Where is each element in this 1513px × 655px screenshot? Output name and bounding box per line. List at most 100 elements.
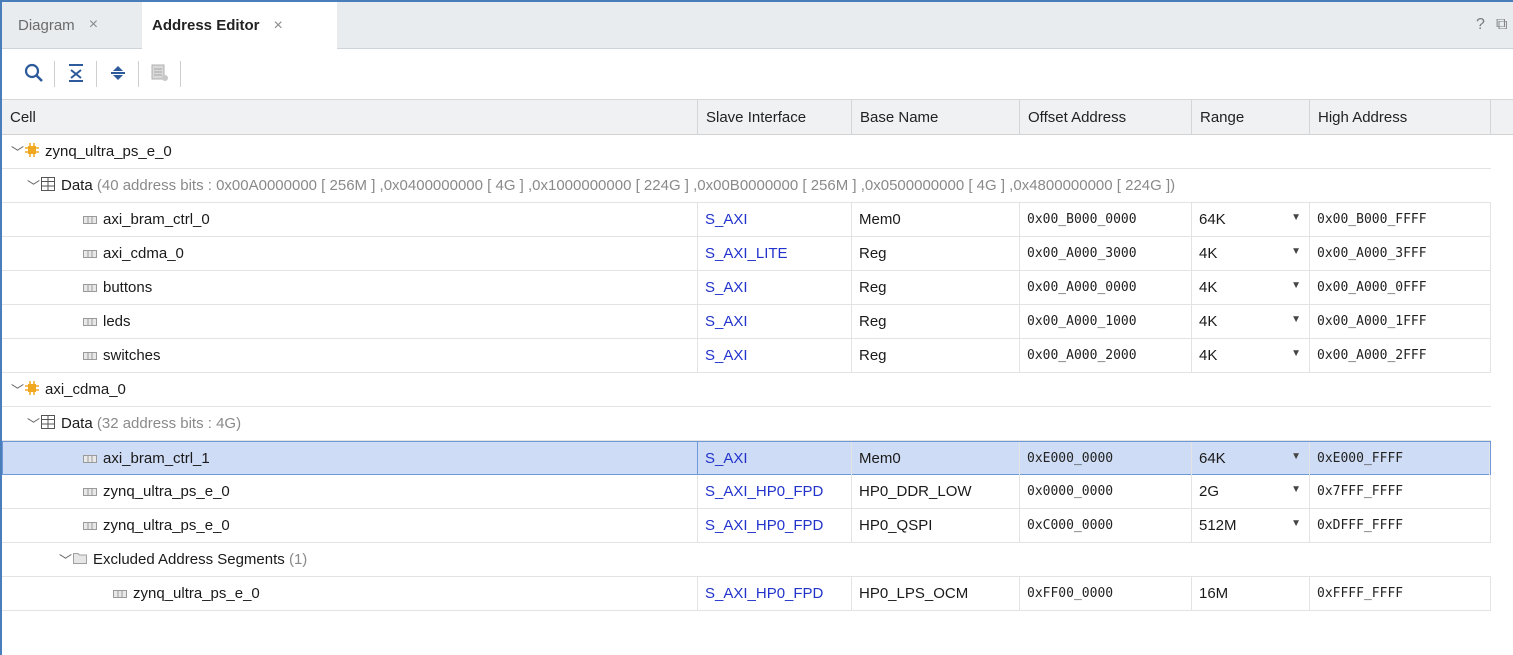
table-row[interactable]: switches S_AXI Reg 0x00_A000_2000 4K ▼ 0x… [2,339,1491,373]
range-select[interactable]: 64K ▼ [1192,442,1310,475]
search-icon[interactable] [22,61,46,85]
help-icon[interactable]: ? [1476,16,1485,34]
range-select[interactable]: 4K ▼ [1192,339,1310,372]
dropdown-arrow-icon[interactable]: ▼ [1291,212,1301,223]
chevron-down-icon[interactable]: ﹀ [11,142,25,161]
close-icon[interactable]: × [89,16,98,34]
slave-interface-link[interactable]: S_AXI [698,271,852,304]
slave-interface-link[interactable]: S_AXI_LITE [698,237,852,270]
offset-address-field[interactable]: 0xFF00_0000 [1020,577,1192,610]
range-value: 64K [1199,450,1226,467]
dropdown-arrow-icon[interactable]: ▼ [1291,348,1301,359]
cell-name-cell: axi_cdma_0 [2,237,698,270]
slave-interface-link[interactable]: S_AXI_HP0_FPD [698,577,852,610]
slave-interface-link[interactable]: S_AXI_HP0_FPD [698,475,852,508]
offset-address-field[interactable]: 0x00_B000_0000 [1020,203,1192,236]
column-header-offset-address[interactable]: Offset Address [1020,100,1192,134]
range-cell[interactable]: 16M [1192,577,1310,610]
range-value: 4K [1199,313,1218,330]
toolbar-separator [180,61,181,87]
dropdown-arrow-icon[interactable]: ▼ [1291,280,1301,291]
tree-cell: ﹀ Data (32 address bits : 4G) [2,407,1491,440]
auto-assign-icon[interactable] [148,61,172,85]
column-header-range[interactable]: Range [1192,100,1310,134]
range-select[interactable]: 512M ▼ [1192,509,1310,542]
tree-row-address-space[interactable]: ﹀ Data (32 address bits : 4G) [2,407,1491,441]
collapse-all-icon[interactable] [64,61,88,85]
slave-interface-link[interactable]: S_AXI [698,442,852,475]
segment-cell-name: leds [103,313,131,330]
tab-diagram[interactable]: Diagram × [8,2,98,48]
column-header-high-address[interactable]: High Address [1310,100,1491,134]
segment-icon [113,585,127,602]
segment-icon [83,313,97,330]
cell-name-cell: zynq_ultra_ps_e_0 [2,509,698,542]
table-row[interactable]: zynq_ultra_ps_e_0 S_AXI_HP0_FPD HP0_LPS_… [2,577,1491,611]
restore-icon[interactable]: ⧉ [1496,16,1507,34]
offset-address-field[interactable]: 0x00_A000_0000 [1020,271,1192,304]
address-space-icon [41,176,55,195]
dropdown-arrow-icon[interactable]: ▼ [1291,246,1301,257]
toolbar-separator [138,61,139,87]
tree-row-master[interactable]: ﹀ axi_cdma_0 [2,373,1491,407]
segment-cell-name: buttons [103,279,153,296]
range-select[interactable]: 4K ▼ [1192,271,1310,304]
offset-address-field[interactable]: 0x00_A000_1000 [1020,305,1192,338]
dropdown-arrow-icon[interactable]: ▼ [1291,451,1301,462]
dropdown-arrow-icon[interactable]: ▼ [1291,314,1301,325]
table-row-selected[interactable]: axi_bram_ctrl_1 S_AXI Mem0 0xE000_0000 6… [2,441,1491,475]
dropdown-arrow-icon[interactable]: ▼ [1291,518,1301,529]
slave-interface-link[interactable]: S_AXI [698,305,852,338]
column-header-cell[interactable]: Cell [2,100,698,134]
range-select[interactable]: 4K ▼ [1192,305,1310,338]
address-space-detail: (40 address bits : 0x00A0000000 [ 256M ]… [96,177,1176,194]
offset-address-field[interactable]: 0x00_A000_3000 [1020,237,1192,270]
processor-icon [25,142,39,161]
chevron-down-icon[interactable]: ﹀ [11,380,25,399]
column-header-slave-interface[interactable]: Slave Interface [698,100,852,134]
tab-address-editor[interactable]: Address Editor × [142,2,337,49]
table-row[interactable]: zynq_ultra_ps_e_0 S_AXI_HP0_FPD HP0_DDR_… [2,475,1491,509]
offset-address-field[interactable]: 0x0000_0000 [1020,475,1192,508]
range-select[interactable]: 64K ▼ [1192,203,1310,236]
toolbar [2,49,1513,100]
tree-row-address-space[interactable]: ﹀ Data (40 address bits : 0x00A0000000 [… [2,169,1491,203]
high-address-cell: 0x00_A000_0FFF [1310,271,1491,304]
master-cell-name: axi_cdma_0 [45,381,126,398]
offset-address-field[interactable]: 0xE000_0000 [1020,442,1192,475]
chevron-down-icon[interactable]: ﹀ [59,550,73,569]
column-header-base-name[interactable]: Base Name [852,100,1020,134]
base-name-cell: Reg [852,237,1020,270]
segment-icon [83,347,97,364]
segment-cell-name: axi_bram_ctrl_1 [103,450,210,467]
table-row[interactable]: leds S_AXI Reg 0x00_A000_1000 4K ▼ 0x00_A… [2,305,1491,339]
table-row[interactable]: buttons S_AXI Reg 0x00_A000_0000 4K ▼ 0x0… [2,271,1491,305]
slave-interface-link[interactable]: S_AXI [698,203,852,236]
expand-all-icon[interactable] [106,61,130,85]
tree-row-master[interactable]: ﹀ zynq_ultra_ps_e_0 [2,135,1491,169]
table-row[interactable]: zynq_ultra_ps_e_0 S_AXI_HP0_FPD HP0_QSPI… [2,509,1491,543]
dropdown-arrow-icon[interactable]: ▼ [1291,484,1301,495]
offset-address-field[interactable]: 0x00_A000_2000 [1020,339,1192,372]
range-select[interactable]: 4K ▼ [1192,237,1310,270]
tree-row-excluded-segments[interactable]: ﹀ Excluded Address Segments (1) [2,543,1491,577]
segment-icon [83,483,97,500]
slave-interface-link[interactable]: S_AXI_HP0_FPD [698,509,852,542]
toolbar-separator [54,61,55,87]
offset-address-field[interactable]: 0xC000_0000 [1020,509,1192,542]
tree-cell: ﹀ Excluded Address Segments (1) [2,543,1491,576]
table-row[interactable]: axi_bram_ctrl_0 S_AXI Mem0 0x00_B000_000… [2,203,1491,237]
excluded-segments-count: (1) [288,551,308,568]
address-space-icon [41,414,55,433]
chevron-down-icon[interactable]: ﹀ [27,414,41,433]
table-row[interactable]: axi_cdma_0 S_AXI_LITE Reg 0x00_A000_3000… [2,237,1491,271]
close-icon[interactable]: × [274,17,283,35]
cell-name-cell: leds [2,305,698,338]
chevron-down-icon[interactable]: ﹀ [27,176,41,195]
high-address-cell: 0xFFFF_FFFF [1310,577,1491,610]
base-name-cell: Reg [852,271,1020,304]
slave-interface-link[interactable]: S_AXI [698,339,852,372]
range-select[interactable]: 2G ▼ [1192,475,1310,508]
excluded-segments-label: Excluded Address Segments [93,551,285,568]
base-name-cell: HP0_QSPI [852,509,1020,542]
